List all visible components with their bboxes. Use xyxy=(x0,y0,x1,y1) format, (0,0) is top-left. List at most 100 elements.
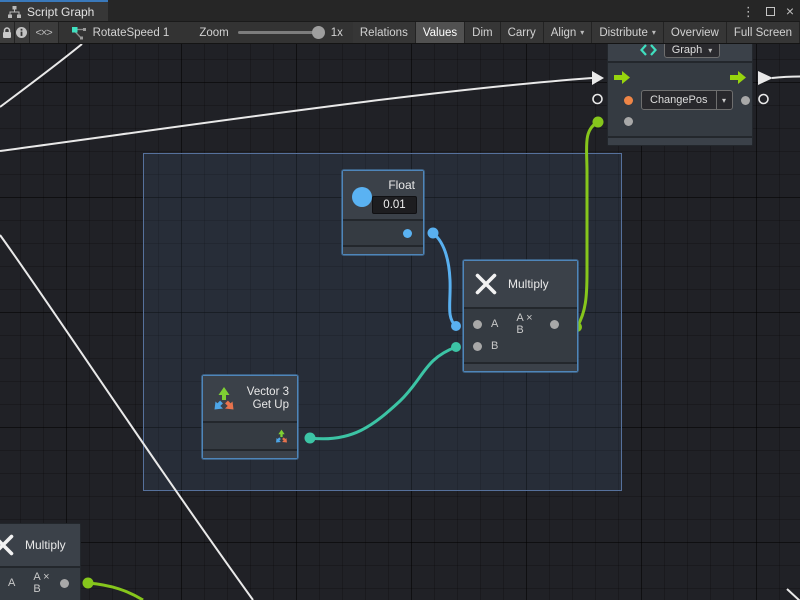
node-title: Multiply xyxy=(25,538,66,552)
code-view-button[interactable]: <×> xyxy=(30,22,59,43)
node-multiply-partial[interactable]: Multiply A A × B xyxy=(0,523,81,600)
toolbar-button-label: Carry xyxy=(508,27,536,39)
close-icon[interactable]: × xyxy=(786,4,794,18)
window-menu-icon[interactable]: ⋮ xyxy=(742,5,755,18)
graph-toolbar: <×> RotateSpeed 1 Zoom 1x Relations Value… xyxy=(0,22,800,44)
node-graph-output[interactable]: Graph ▾ ChangePos ▾ xyxy=(607,44,753,146)
port-label-a: A xyxy=(491,318,498,330)
code-chevrons-icon xyxy=(640,44,657,56)
port-dot[interactable] xyxy=(741,96,750,105)
info-icon xyxy=(15,26,28,39)
wire-arrowhead-in xyxy=(592,71,604,85)
maximize-icon[interactable] xyxy=(766,7,775,16)
node-footer xyxy=(464,362,577,371)
control-input-arrow-icon[interactable] xyxy=(614,71,630,84)
tab-title: Script Graph xyxy=(27,5,94,19)
toolbar-button-label: Dim xyxy=(472,27,492,39)
tab-script-graph[interactable]: Script Graph xyxy=(0,0,108,21)
node-footer xyxy=(203,449,297,458)
graph-canvas[interactable]: Graph ▾ ChangePos ▾ xyxy=(0,44,800,600)
zoom-level: 1x xyxy=(331,27,343,39)
zoom-slider[interactable] xyxy=(238,31,322,34)
wire-endpoint-circle-right xyxy=(759,95,768,104)
wire-endpoint-circle-left xyxy=(593,95,602,104)
toolbar-button-label: Distribute xyxy=(599,27,648,39)
changepos-dropdown[interactable]: ChangePos ▾ xyxy=(641,90,733,110)
port-label-b: B xyxy=(491,340,498,352)
graph-breadcrumb[interactable]: RotateSpeed 1 xyxy=(59,22,182,43)
graph-node-icon xyxy=(71,25,87,41)
toolbar-button-label: Align xyxy=(551,27,577,39)
node-title: Vector 3 xyxy=(247,386,289,398)
toolbar-button-distribute[interactable]: Distribute ▾ xyxy=(592,22,664,43)
port-label-out: A × B xyxy=(33,571,51,595)
graph-dropdown[interactable]: Graph ▾ xyxy=(664,44,721,58)
node-multiply2-body: A A × B xyxy=(0,568,80,599)
node-title: Float xyxy=(388,178,415,192)
toolbar-button-dim[interactable]: Dim xyxy=(465,22,500,43)
toolbar-button-values[interactable]: Values xyxy=(416,22,465,43)
value-wire-multiply-out[interactable] xyxy=(577,122,598,327)
control-wire-topleft[interactable] xyxy=(0,44,82,107)
toolbar-buttons: RelationsValuesDimCarryAlign▾Distribute▾… xyxy=(353,22,800,43)
node-multiply-body: A A × B B xyxy=(464,309,577,362)
wire-blob xyxy=(428,228,439,239)
chevron-down-icon: ▾ xyxy=(652,28,656,37)
value-wire-multiply2-out[interactable] xyxy=(88,583,143,600)
wire-blob xyxy=(83,578,94,589)
chevron-down-icon: ▾ xyxy=(580,28,584,37)
changepos-dropdown-label: ChangePos xyxy=(642,94,716,106)
node-vector-body xyxy=(203,423,297,449)
toolbar-button-label: Full Screen xyxy=(734,27,792,39)
port-label-a: A xyxy=(8,577,15,589)
info-button[interactable] xyxy=(15,22,30,43)
graph-breadcrumb-label: RotateSpeed 1 xyxy=(93,27,170,39)
tab-bar: Script Graph ⋮ × xyxy=(0,0,800,22)
port-dot-orange[interactable] xyxy=(624,96,633,105)
toolbar-button-carry[interactable]: Carry xyxy=(501,22,544,43)
node-float-body xyxy=(343,221,423,245)
port-dot-a[interactable] xyxy=(473,320,482,329)
multiply-icon xyxy=(0,533,15,557)
node-float[interactable]: Float 0.01 xyxy=(342,170,424,255)
node-graph-output-body: ChangePos ▾ xyxy=(608,63,752,136)
node-subtitle: Get Up xyxy=(253,399,289,411)
window-controls: ⋮ × xyxy=(742,0,794,22)
control-wire-left-in[interactable] xyxy=(0,78,592,151)
zoom-slider-handle[interactable] xyxy=(312,26,325,39)
code-icon: <×> xyxy=(35,27,51,39)
control-wire-corner[interactable] xyxy=(787,589,800,600)
control-wire-right-out[interactable] xyxy=(772,77,800,79)
wire-blob xyxy=(593,117,604,128)
script-graph-window: Script Graph ⋮ × <×> xyxy=(0,0,800,600)
lock-button[interactable] xyxy=(0,22,15,43)
toolbar-button-label: Relations xyxy=(360,27,408,39)
node-multiply2-header: Multiply xyxy=(0,524,80,568)
control-output-arrow-icon[interactable] xyxy=(730,71,746,84)
hierarchy-icon xyxy=(8,6,21,18)
port-dot[interactable] xyxy=(624,117,633,126)
wire-arrowhead-out xyxy=(758,71,773,85)
toolbar-button-align[interactable]: Align▾ xyxy=(544,22,593,43)
float-type-icon xyxy=(352,187,372,207)
zoom-control: Zoom 1x xyxy=(181,22,353,43)
toolbar-button-relations[interactable]: Relations xyxy=(353,22,416,43)
port-dot-out[interactable] xyxy=(60,579,69,588)
graph-dropdown-label: Graph xyxy=(672,44,703,56)
vector3-port-icon[interactable] xyxy=(274,429,289,444)
wire-blob xyxy=(305,433,316,444)
port-dot-float-out[interactable] xyxy=(403,229,412,238)
multiply-icon xyxy=(474,272,498,296)
port-dot-b[interactable] xyxy=(473,342,482,351)
toolbar-button-overview[interactable]: Overview xyxy=(664,22,727,43)
toolbar-button-full-screen[interactable]: Full Screen xyxy=(727,22,800,43)
value-wire-vector[interactable] xyxy=(310,347,456,439)
float-value-input[interactable]: 0.01 xyxy=(372,196,417,214)
node-float-header: Float 0.01 xyxy=(343,171,423,221)
port-dot-out[interactable] xyxy=(550,320,559,329)
value-wire-float[interactable] xyxy=(433,233,456,326)
zoom-label: Zoom xyxy=(199,27,228,39)
node-multiply[interactable]: Multiply A A × B B xyxy=(463,260,578,372)
toolbar-button-label: Values xyxy=(423,27,457,39)
node-vector3-getup[interactable]: Vector 3 Get Up xyxy=(202,375,298,459)
